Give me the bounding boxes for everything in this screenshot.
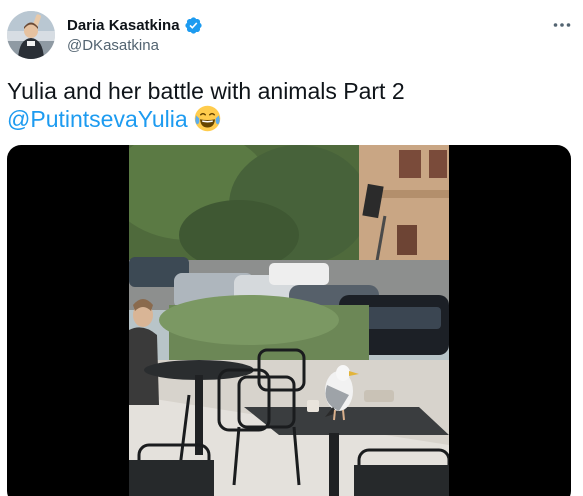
author-name-row[interactable]: Daria Kasatkina: [67, 15, 203, 35]
verified-badge-icon: [184, 16, 203, 35]
video-thumbnail-scene: [129, 145, 449, 496]
avatar[interactable]: [7, 11, 55, 59]
tweet-text-line: Yulia and her battle with animals Part 2: [7, 78, 405, 104]
tweet-media-video[interactable]: [7, 145, 571, 496]
author-handle[interactable]: @DKasatkina: [67, 37, 159, 54]
video-frame[interactable]: [129, 145, 449, 496]
tweet-text-mention-line: @PutintsevaYulia: [7, 105, 567, 133]
more-horizontal-icon[interactable]: [551, 14, 573, 36]
avatar-image: [7, 11, 55, 59]
face-with-tears-of-joy-icon: [194, 105, 221, 132]
mention-link[interactable]: @PutintsevaYulia: [7, 106, 188, 132]
tweet-card: Daria Kasatkina @DKasatkina Yulia and he…: [0, 0, 583, 496]
tweet-text: Yulia and her battle with animals Part 2…: [7, 77, 567, 133]
author-name[interactable]: Daria Kasatkina: [67, 17, 180, 34]
